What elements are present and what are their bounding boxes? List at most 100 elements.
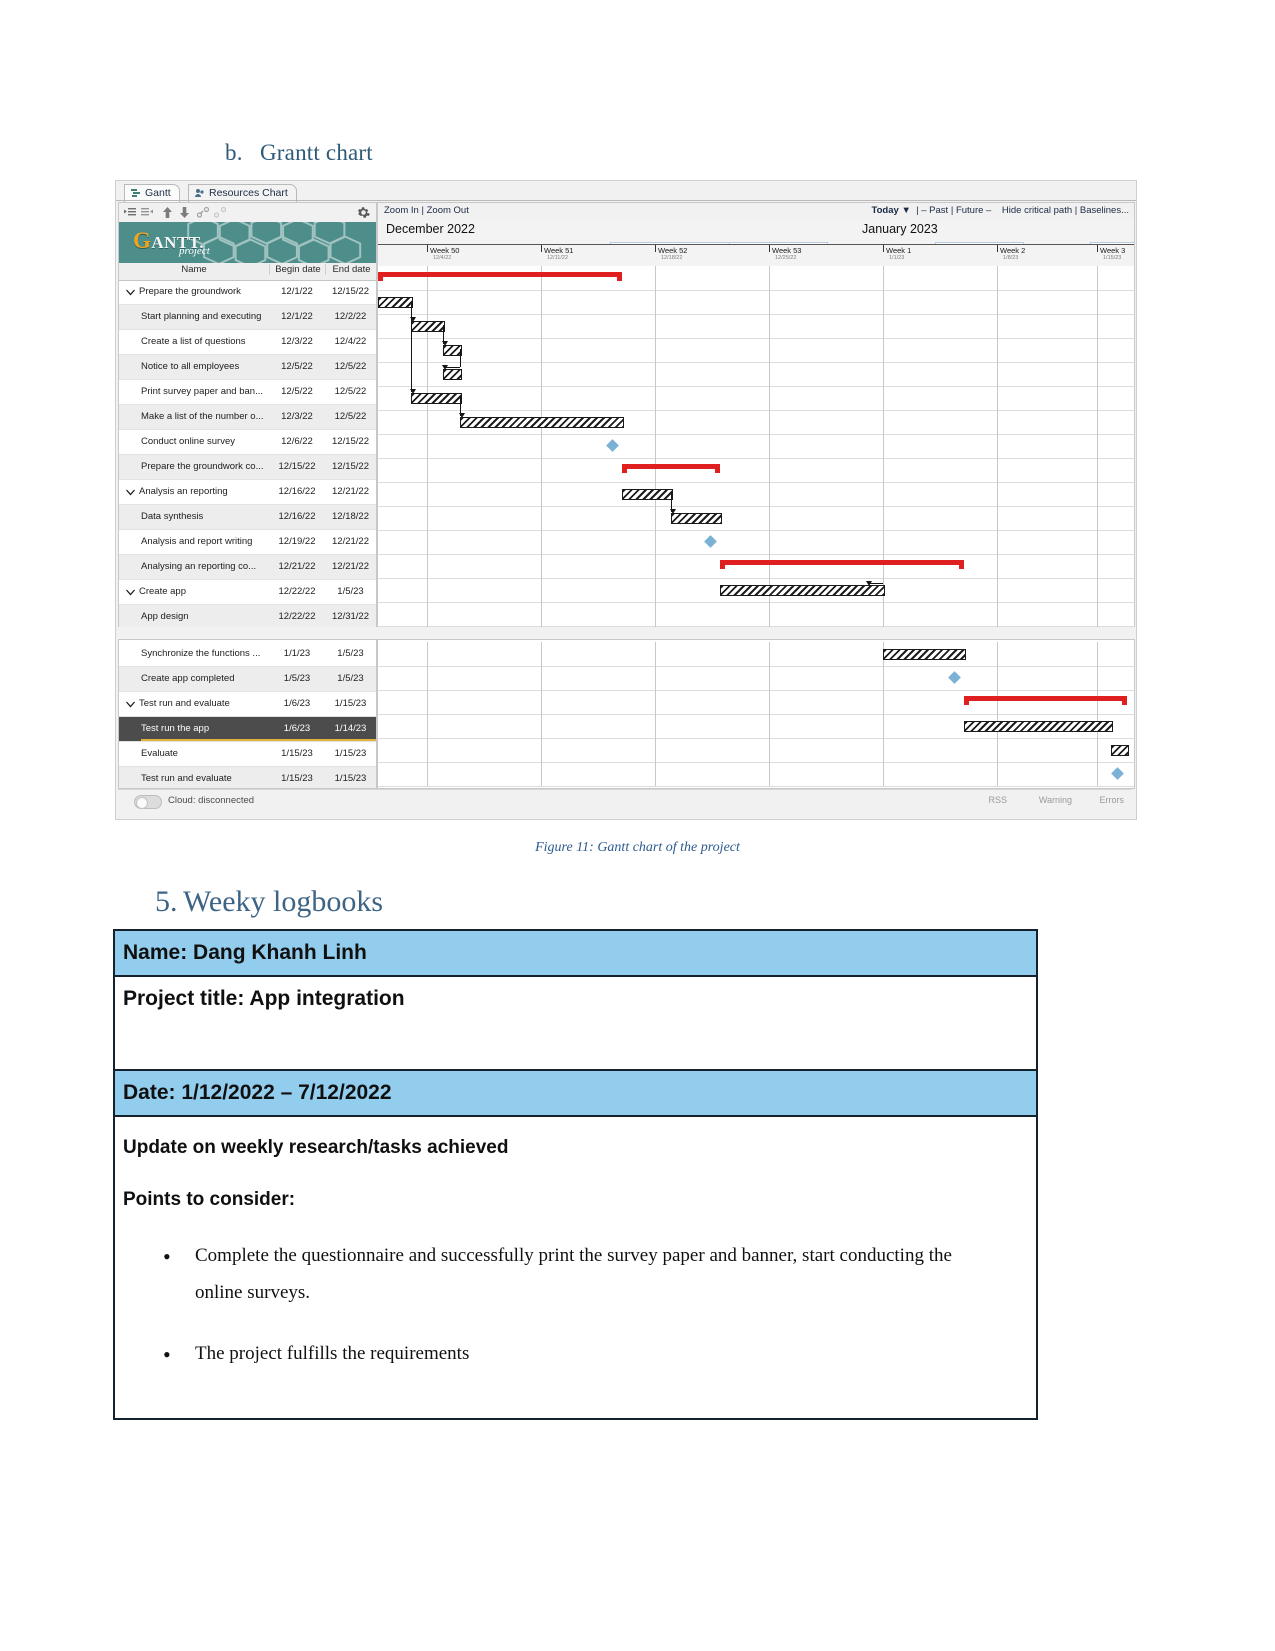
pane-splitter[interactable] (116, 627, 1136, 639)
task-end-date: 1/5/23 (337, 648, 364, 659)
baselines-button[interactable]: Baselines... (1080, 205, 1129, 216)
gear-icon[interactable] (357, 206, 370, 219)
task-name: Create a list of questions (141, 336, 246, 347)
table-row[interactable]: Test run and evaluate 1/6/23 1/15/23 (119, 692, 376, 717)
task-name: Test run the app (141, 723, 210, 734)
table-row[interactable]: Evaluate 1/15/23 1/15/23 (119, 742, 376, 767)
task-end-date: 12/5/22 (334, 411, 367, 422)
table-row[interactable]: Start planning and executing 12/1/22 12/2/… (119, 305, 376, 330)
summary-task-bar[interactable] (378, 272, 623, 281)
month-header: December 2022 January 2023 Prepare the g… (378, 220, 1134, 261)
task-bar[interactable] (671, 513, 723, 524)
column-header-end-date[interactable]: End date (325, 264, 376, 275)
column-header-name[interactable]: Name (119, 264, 269, 275)
task-begin-date: 12/21/22 (278, 561, 316, 572)
link-icon[interactable] (196, 206, 210, 219)
task-end-date: 12/21/22 (332, 561, 369, 572)
week-date-label: 1/8/23 (1003, 255, 1019, 261)
zoom-in-button[interactable]: Zoom In (384, 205, 419, 216)
task-bar[interactable] (964, 721, 1113, 732)
week-label: Week 3 (1100, 246, 1126, 255)
chevron-down-icon[interactable]: ▼ (901, 205, 910, 216)
table-row[interactable]: Test run and evaluate 1/15/23 1/15/23 (119, 767, 376, 788)
sep-1: | (916, 205, 919, 216)
summary-task-bar[interactable] (720, 560, 965, 569)
table-row[interactable]: Create app 12/22/22 1/5/23 (119, 580, 376, 605)
task-begin-date: 1/6/23 (283, 723, 311, 734)
cloud-toggle[interactable] (134, 795, 162, 809)
table-row[interactable]: Prepare the groundwork co... 12/15/22 12/1… (119, 455, 376, 480)
table-row[interactable]: Test run the app 1/6/23 1/14/23 (119, 717, 376, 742)
table-row[interactable]: Print survey paper and ban... 12/5/22 12/5… (119, 380, 376, 405)
task-bar[interactable] (410, 321, 446, 332)
month-label-december: December 2022 (386, 222, 475, 236)
table-row[interactable]: Data synthesis 12/16/22 12/18/22 (119, 505, 376, 530)
section-b-title: Grantt chart (260, 140, 373, 165)
table-row[interactable]: Analysis an reporting 12/16/22 12/21/22 (119, 480, 376, 505)
task-begin-date: 1/15/23 (281, 773, 313, 784)
task-name: Test run and evaluate (141, 773, 232, 784)
chart-grid-lower[interactable] (378, 642, 1134, 787)
warning-status[interactable]: Warning (1039, 795, 1072, 805)
table-row[interactable]: Prepare the groundwork 12/1/22 12/15/22 (119, 280, 376, 305)
cloud-status-label: Cloud: disconnected (168, 795, 255, 806)
task-end-date: 12/15/22 (332, 286, 369, 297)
table-row[interactable]: App design 12/22/22 12/31/22 (119, 605, 376, 628)
tab-underline (116, 200, 1136, 201)
table-row[interactable]: Notice to all employees 12/5/22 12/5/22 (119, 355, 376, 380)
table-row[interactable]: Analysing an reporting co... 12/21/22 12/2… (119, 555, 376, 580)
task-bar[interactable] (883, 649, 967, 660)
week-label: Week 50 (430, 246, 460, 255)
task-bar[interactable] (622, 489, 674, 500)
move-down-icon[interactable] (178, 206, 191, 219)
status-bar: Cloud: disconnected RSS Warning Errors (118, 789, 1132, 814)
task-begin-date: 12/3/22 (281, 336, 313, 347)
task-rows-lower: Synchronize the functions ... 1/1/23 1/5/2… (119, 642, 376, 788)
logbook-row-date: Date: 1/12/2022 – 7/12/2022 (115, 1071, 1036, 1117)
task-name: Notice to all employees (141, 361, 240, 372)
summary-task-bar[interactable] (964, 696, 1128, 705)
outdent-icon[interactable] (141, 206, 154, 219)
rss-status[interactable]: RSS (988, 795, 1007, 805)
gantt-chart-pane[interactable]: Zoom In | Zoom Out Today ▼ | – Past | Fu… (377, 202, 1135, 629)
indent-icon[interactable] (124, 206, 137, 219)
table-row[interactable]: Create app completed 1/5/23 1/5/23 (119, 667, 376, 692)
section-b-label: b. (225, 140, 243, 165)
unlink-icon[interactable] (213, 206, 227, 219)
future-button[interactable]: Future – (956, 205, 991, 216)
task-bar[interactable] (459, 417, 625, 428)
past-button[interactable]: – Past (921, 205, 948, 216)
task-bar[interactable] (378, 297, 413, 308)
hide-critical-path-button[interactable]: Hide critical path (1002, 205, 1072, 216)
dependency-arrow (458, 413, 465, 418)
table-row[interactable]: Create a list of questions 12/3/22 12/4/22 (119, 330, 376, 355)
logbook-date-value: Date: 1/12/2022 – 7/12/2022 (123, 1081, 392, 1104)
gantt-chart-pane-lower[interactable] (377, 639, 1135, 789)
errors-status[interactable]: Errors (1100, 795, 1125, 805)
task-begin-date: 12/1/22 (281, 311, 313, 322)
chart-grid-upper[interactable] (378, 266, 1134, 628)
tab-strip: Gantt Resources Chart (116, 181, 1136, 202)
task-begin-date: 12/16/22 (278, 486, 316, 497)
task-bar[interactable] (720, 585, 885, 596)
table-row[interactable]: Analysis and report writing 12/19/22 12/21… (119, 530, 376, 555)
zoom-out-button[interactable]: Zoom Out (427, 205, 469, 216)
summary-task-bar[interactable] (622, 464, 721, 473)
task-table-pane: GANTT. project Name Begin date End date … (118, 202, 377, 629)
table-row[interactable]: Synchronize the functions ... 1/1/23 1/5/2… (119, 642, 376, 667)
task-begin-date: 12/1/22 (281, 286, 313, 297)
week-date-label: 12/4/22 (433, 255, 452, 261)
table-row[interactable]: Make a list of the number o... 12/3/22 12/… (119, 405, 376, 430)
column-header-begin-date[interactable]: Begin date (269, 264, 326, 275)
month-label-january: January 2023 (862, 222, 938, 236)
today-button[interactable]: Today (872, 205, 899, 216)
task-column-headers: Name Begin date End date (119, 263, 376, 281)
table-row[interactable]: Conduct online survey 12/6/22 12/15/22 (119, 430, 376, 455)
task-name: Analysis and report writing (141, 536, 253, 547)
ganttproject-window: Gantt Resources Chart GANTT. project Nam… (115, 180, 1137, 820)
task-bar[interactable] (410, 393, 462, 404)
move-up-icon[interactable] (161, 206, 174, 219)
task-bar[interactable] (443, 369, 462, 380)
task-name: Synchronize the functions ... (141, 648, 261, 659)
task-bar[interactable] (1111, 745, 1130, 756)
